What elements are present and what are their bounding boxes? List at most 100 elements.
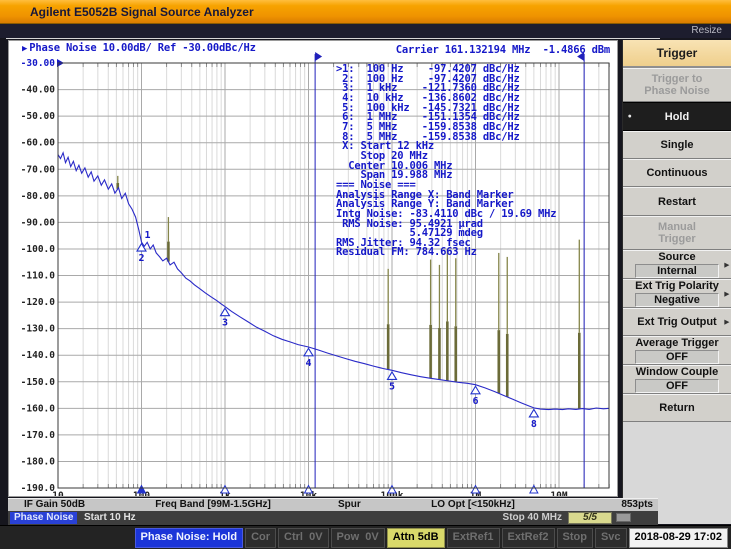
softkey-ext-trig-polarity[interactable]: Ext Trig Polarity Negative ▸ — [623, 279, 731, 308]
axis-marker-triangles — [136, 484, 539, 494]
spur-field[interactable]: Spur — [338, 499, 361, 511]
softkey-window-couple[interactable]: Window Couple OFF — [623, 365, 731, 394]
status-pow-0v: Pow 0V — [330, 527, 385, 548]
status-ctrl-0v: Ctrl 0V — [278, 527, 329, 548]
svg-text:-70.00: -70.00 — [21, 164, 56, 175]
marker-4: 4 — [303, 347, 314, 369]
softkey-label: Trigger to Phase Noise — [644, 73, 710, 97]
marker-6: 6 — [470, 385, 481, 407]
status-stop: Stop — [556, 527, 593, 548]
softkey-source[interactable]: Source Internal ▸ — [623, 250, 731, 279]
carrier-readout: Carrier 161.132194 MHz -1.4866 dBm — [396, 44, 610, 56]
svg-text:-160.0: -160.0 — [21, 403, 56, 414]
channel-badge: Phase Noise — [10, 512, 78, 524]
sweep-stop-label: Stop 40 MHz — [502, 512, 562, 523]
softkey-value: OFF — [635, 378, 719, 393]
svg-text:-50.00: -50.00 — [21, 111, 56, 122]
sweep-progress-box — [616, 513, 631, 522]
softkey-hold[interactable]: Hold • — [623, 102, 731, 131]
points-field: 853pts — [621, 499, 653, 510]
svg-text:-180.0: -180.0 — [21, 456, 56, 467]
svg-text:-90.00: -90.00 — [21, 217, 56, 228]
annunciator-bar: Phase Noise: Hold Cor Ctrl 0V Pow 0V Attn 5d… — [0, 525, 731, 549]
svg-text:-150.0: -150.0 — [21, 377, 56, 388]
softkey-label: Manual Trigger — [658, 221, 696, 245]
softkey-menu-title: Trigger — [623, 40, 731, 68]
svg-text:-140.0: -140.0 — [21, 350, 56, 361]
softkey-restart[interactable]: Restart — [623, 187, 731, 216]
svg-text:6: 6 — [472, 396, 478, 407]
if-gain-field[interactable]: IF Gain 50dB — [24, 499, 85, 511]
panel-top-divider — [6, 38, 660, 39]
carrier-power: -1.4866 dBm — [542, 44, 611, 56]
softkey-value: Negative — [635, 292, 719, 307]
trace-scale-header: ▶ Phase Noise 10.00dB/ Ref -30.00dBc/Hz — [22, 42, 256, 54]
svg-text:4: 4 — [305, 358, 311, 369]
marker-8: 8 — [528, 408, 540, 430]
svg-text:10M: 10M — [550, 491, 567, 497]
softkey-label: Window Couple — [635, 365, 719, 378]
softkey-label: Average Trigger — [635, 336, 719, 349]
status-attn-5db: Attn 5dB — [386, 527, 445, 548]
freq-band-field[interactable]: Freq Band [99M-1.5GHz] — [128, 499, 298, 511]
svg-text:-100.0: -100.0 — [21, 244, 56, 255]
softkey-label: Restart — [658, 195, 696, 208]
carrier-frequency: Carrier 161.132194 MHz — [395, 44, 531, 56]
softkey-single[interactable]: Single — [623, 131, 731, 159]
svg-text:-60.00: -60.00 — [21, 138, 56, 149]
svg-text:-30.00: -30.00 — [21, 58, 56, 69]
softkey-label: Hold — [664, 110, 690, 123]
status-svc: Svc — [594, 527, 627, 548]
softkey-label: Return — [659, 402, 695, 414]
softkey-ext-trig-output[interactable]: Ext Trig Output ▸ — [623, 308, 731, 336]
softkey-menu: Trigger Trigger to Phase Noise Hold • Singl… — [622, 40, 731, 524]
svg-text:-80.00: -80.00 — [21, 191, 56, 202]
softkey-return[interactable]: Return — [623, 394, 731, 422]
resize-button[interactable]: Resize — [691, 25, 722, 36]
svg-text:5: 5 — [389, 381, 395, 392]
sweep-start-label: Start 10 Hz — [84, 512, 136, 523]
status-datetime: 2018-08-29 17:02 — [628, 527, 728, 548]
svg-text:-40.00: -40.00 — [21, 85, 56, 96]
plot-panel: 101001k10k100k1M10M-30.00-40.00-50.00-60… — [8, 40, 618, 497]
svg-text:-110.0: -110.0 — [21, 271, 56, 282]
softkey-average-trigger[interactable]: Average Trigger OFF — [623, 336, 731, 365]
svg-text:-120.0: -120.0 — [21, 297, 56, 308]
status-cor: Cor — [245, 527, 277, 548]
marker-1: 1 — [145, 230, 151, 241]
trace-markers: 1 2 3 4 5 6 8 — [136, 230, 540, 430]
softkey-label: Single — [660, 139, 694, 151]
svg-text:-170.0: -170.0 — [21, 430, 56, 441]
status-phase-noise-hold: Phase Noise: Hold — [134, 527, 244, 548]
marker-3: 3 — [219, 307, 231, 329]
softkey-label: Ext Trig Polarity — [635, 279, 719, 292]
measurement-status-bar: IF Gain 50dB Freq Band [99M-1.5GHz] Spur… — [8, 498, 658, 511]
softkey-trigger-to-phase-noise: Trigger to Phase Noise — [623, 68, 731, 102]
submenu-arrow-icon: ▸ — [724, 259, 729, 269]
submenu-arrow-icon: ▸ — [724, 316, 729, 327]
svg-text:1: 1 — [145, 230, 151, 241]
softkey-label: Ext Trig Output — [637, 316, 717, 328]
svg-text:2: 2 — [138, 253, 144, 264]
softkey-label: Continuous — [646, 167, 708, 179]
softkey-label: Source — [658, 250, 696, 263]
submenu-arrow-icon: ▸ — [724, 288, 729, 298]
window-title: Agilent E5052B Signal Source Analyzer — [0, 0, 731, 24]
softkey-value: Internal — [635, 263, 719, 278]
svg-text:-130.0: -130.0 — [21, 324, 56, 335]
svg-text:3: 3 — [222, 318, 228, 329]
selected-bullet-icon: • — [628, 111, 632, 122]
svg-text:8: 8 — [531, 419, 537, 430]
lo-opt-field[interactable]: LO Opt [<150kHz] — [408, 499, 538, 511]
status-extref1: ExtRef1 — [446, 527, 500, 548]
trace-marker-icon: ▶ — [22, 44, 28, 54]
svg-text:-190.0: -190.0 — [21, 483, 56, 494]
average-count-badge: 5/5 — [568, 512, 612, 524]
band-marker-start-flag — [315, 52, 323, 61]
sweep-status-bar: Phase Noise Start 10 Hz Stop 40 MHz 5/5 — [8, 511, 658, 525]
softkey-manual-trigger: Manual Trigger — [623, 216, 731, 250]
status-extref2: ExtRef2 — [501, 527, 555, 548]
marker-readout: >1: 100 Hz -97.4207 dBc/Hz 2: 100 Hz -97… — [336, 63, 557, 259]
softkey-continuous[interactable]: Continuous — [623, 159, 731, 187]
softkey-value: OFF — [635, 349, 719, 364]
